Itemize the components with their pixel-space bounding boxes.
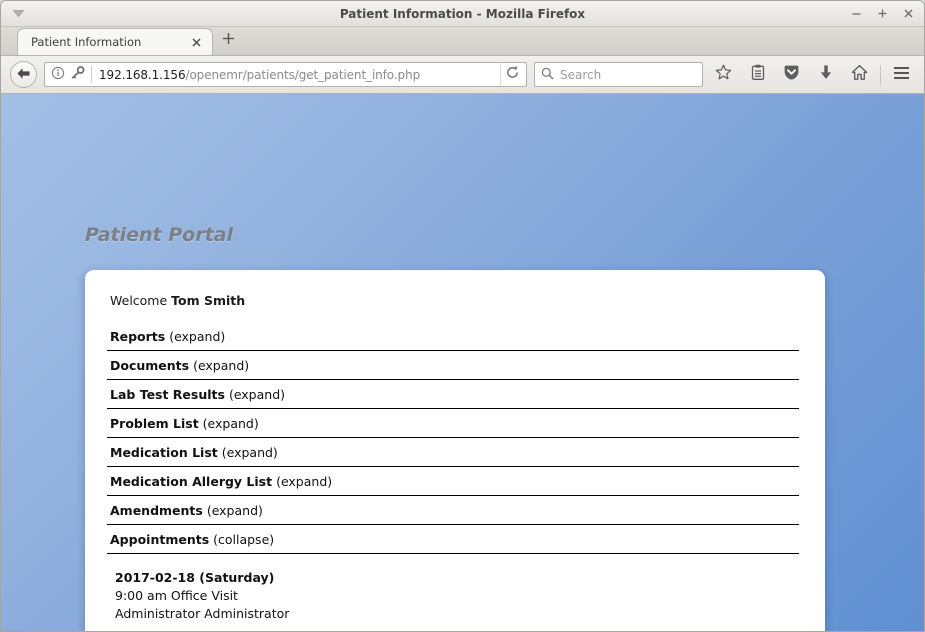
- section-medication-allergy-list[interactable]: Medication Allergy List (expand): [107, 467, 799, 496]
- menu-hamburger-icon: [893, 65, 910, 84]
- section-title: Appointments: [110, 532, 209, 547]
- minimize-icon[interactable]: [850, 7, 863, 20]
- section-lab-test-results[interactable]: Lab Test Results (expand): [107, 380, 799, 409]
- plus-icon: [222, 32, 235, 49]
- section-toggle[interactable]: (expand): [203, 503, 263, 518]
- browser-window: Patient Information - Mozilla Firefox Pa…: [0, 0, 925, 632]
- bookmark-star-icon: [715, 64, 732, 85]
- section-problem-list[interactable]: Problem List (expand): [107, 409, 799, 438]
- section-documents[interactable]: Documents (expand): [107, 351, 799, 380]
- downloads-button[interactable]: [812, 61, 839, 89]
- reload-icon: [505, 65, 520, 84]
- section-toggle[interactable]: (expand): [272, 474, 332, 489]
- reader-list-icon: [750, 64, 766, 85]
- window-title: Patient Information - Mozilla Firefox: [1, 1, 924, 27]
- address-divider: [91, 66, 92, 83]
- menu-button[interactable]: [888, 61, 915, 89]
- section-title: Lab Test Results: [110, 387, 225, 402]
- section-toggle[interactable]: (expand): [165, 329, 225, 344]
- section-title: Amendments: [110, 503, 203, 518]
- pocket-button[interactable]: [778, 61, 805, 89]
- section-toggle[interactable]: (expand): [225, 387, 285, 402]
- welcome-message: Welcome Tom Smith: [110, 293, 799, 308]
- section-title: Problem List: [110, 416, 199, 431]
- tab-strip: Patient Information: [1, 27, 924, 56]
- section-title: Medication List: [110, 445, 218, 460]
- section-medication-list[interactable]: Medication List (expand): [107, 438, 799, 467]
- section-label: Lab Test Results (expand): [110, 388, 285, 402]
- section-toggle[interactable]: (expand): [218, 445, 278, 460]
- tab-label: Patient Information: [31, 35, 178, 49]
- section-label: Reports (expand): [110, 330, 225, 344]
- search-icon: [541, 65, 554, 84]
- section-label: Medication List (expand): [110, 446, 278, 460]
- section-title: Reports: [110, 329, 165, 344]
- downloads-arrow-icon: [819, 64, 833, 85]
- key-icon[interactable]: [70, 65, 85, 84]
- section-appointments[interactable]: Appointments (collapse): [107, 525, 799, 554]
- patient-portal-card: Welcome Tom Smith Reports (expand) Docum…: [85, 270, 825, 631]
- section-toggle[interactable]: (collapse): [209, 532, 274, 547]
- appointment-details: 2017-02-18 (Saturday) 9:00 am Office Vis…: [107, 554, 799, 623]
- section-toggle[interactable]: (expand): [189, 358, 249, 373]
- pocket-shield-icon: [783, 64, 800, 85]
- maximize-icon[interactable]: [876, 7, 889, 20]
- close-icon[interactable]: [902, 7, 915, 20]
- info-circle-icon[interactable]: [51, 65, 65, 84]
- section-title: Documents: [110, 358, 189, 373]
- appointment-time-type: 9:00 am Office Visit: [115, 587, 799, 605]
- section-label: Appointments (collapse): [110, 533, 274, 547]
- reload-button[interactable]: [500, 63, 524, 86]
- identity-box[interactable]: [51, 65, 91, 84]
- new-tab-button[interactable]: [213, 28, 243, 55]
- welcome-prefix: Welcome: [110, 293, 171, 308]
- section-label: Documents (expand): [110, 359, 249, 373]
- window-menu-button[interactable]: [1, 1, 35, 26]
- back-button[interactable]: [10, 61, 37, 88]
- window-controls: [850, 7, 924, 20]
- page-title: Patient Portal: [85, 224, 233, 246]
- address-bar[interactable]: 192.168.1.156/openemr/patients/get_patie…: [44, 62, 527, 87]
- section-label: Amendments (expand): [110, 504, 263, 518]
- search-input[interactable]: Search: [560, 68, 601, 82]
- url-host: 192.168.1.156: [99, 68, 186, 82]
- section-title: Medication Allergy List: [110, 474, 272, 489]
- tab-close-icon[interactable]: [188, 34, 204, 50]
- patient-name: Tom Smith: [171, 293, 245, 308]
- chevron-down-icon: [13, 10, 24, 17]
- action-buttons: Log Out Change Password: [107, 623, 799, 631]
- section-label: Problem List (expand): [110, 417, 259, 431]
- section-reports[interactable]: Reports (expand): [107, 322, 799, 351]
- url-text: 192.168.1.156/openemr/patients/get_patie…: [99, 68, 500, 82]
- title-bar: Patient Information - Mozilla Firefox: [1, 1, 924, 27]
- home-icon: [851, 64, 868, 85]
- appointment-provider: Administrator Administrator: [115, 605, 799, 623]
- section-toggle[interactable]: (expand): [199, 416, 259, 431]
- home-button[interactable]: [846, 61, 873, 89]
- appointment-date: 2017-02-18 (Saturday): [115, 568, 799, 587]
- page-viewport: Patient Portal Welcome Tom Smith Reports…: [1, 94, 924, 631]
- section-amendments[interactable]: Amendments (expand): [107, 496, 799, 525]
- reader-list-button[interactable]: [744, 61, 771, 89]
- section-label: Medication Allergy List (expand): [110, 475, 332, 489]
- search-bar[interactable]: Search: [534, 62, 703, 87]
- section-list: Reports (expand) Documents (expand) Lab …: [107, 322, 799, 554]
- toolbar-divider: [880, 65, 881, 85]
- bookmark-button[interactable]: [710, 61, 737, 89]
- back-arrow-icon: [16, 65, 31, 84]
- navigation-toolbar: 192.168.1.156/openemr/patients/get_patie…: [1, 56, 924, 94]
- url-path: /openemr/patients/get_patient_info.php: [186, 68, 421, 82]
- tab-patient-information[interactable]: Patient Information: [17, 28, 213, 55]
